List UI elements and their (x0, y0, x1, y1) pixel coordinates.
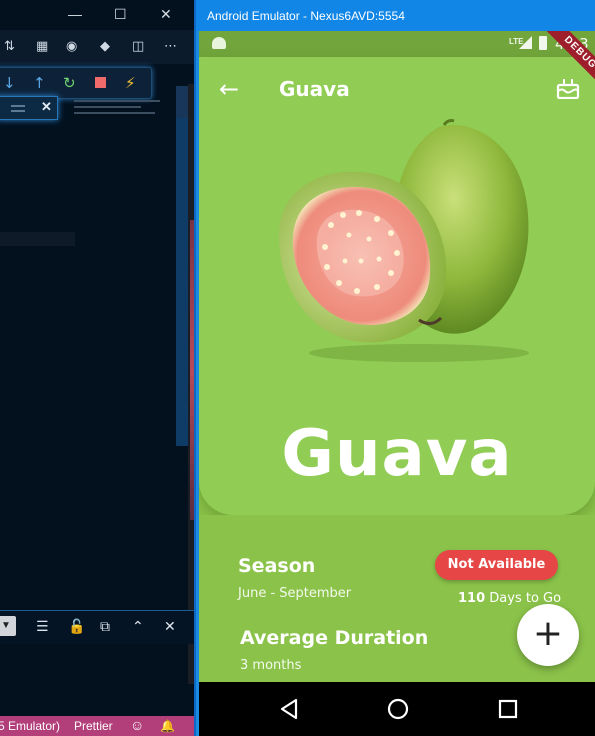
signal-icon (519, 36, 532, 49)
clear-list-icon[interactable]: ☰ (36, 619, 49, 635)
panel-toolbar: ☰ 🔓 ⧉ ⌃ ✕ (0, 610, 194, 644)
close-icon[interactable]: ✕ (160, 6, 172, 23)
android-statusbar: LTE 4:13 (199, 31, 595, 57)
nav-recents-icon[interactable] (495, 696, 521, 722)
minimize-icon[interactable]: — (68, 6, 82, 22)
vscode-window: — ☐ ✕ ⇅ ▦ ◉ ◆ ◫ ⋯ ↓ ↑ ↻ ⚡ ✕ ☰ 🔓 ⧉ ⌃ ✕ ▼ … (0, 0, 194, 736)
vscode-editor-actions: ⇅ ▦ ◉ ◆ ◫ ⋯ (0, 30, 194, 64)
back-arrow-icon[interactable]: ← (219, 77, 239, 101)
plus-icon: + (532, 613, 564, 654)
emulator-title: Android Emulator - Nexus6AVD:5554 (207, 9, 405, 23)
guava-image (279, 119, 529, 362)
editor-tab[interactable]: ✕ (0, 96, 58, 120)
days-count: 110 (458, 591, 486, 606)
nav-back-icon[interactable] (276, 696, 302, 722)
vscode-statusbar: 5 Emulator) Prettier ☺ 🔔 (0, 716, 194, 736)
fruit-name-large: Guava (281, 417, 513, 491)
season-value: June - September (238, 586, 352, 601)
add-fab-button[interactable]: + (517, 604, 579, 666)
status-device[interactable]: 5 Emulator) (0, 719, 60, 733)
status-prettier[interactable]: Prettier (74, 719, 113, 733)
git-icon[interactable]: ◆ (100, 39, 110, 54)
duration-heading: Average Duration (240, 627, 429, 649)
bell-icon[interactable]: 🔔 (160, 719, 175, 733)
android-icon (212, 37, 226, 49)
availability-badge: Not Available (435, 550, 558, 580)
restart-icon[interactable]: ↻ (63, 74, 76, 92)
debug-toolbar: ↓ ↑ ↻ ⚡ (0, 67, 152, 99)
panel-close-icon[interactable]: ✕ (164, 619, 176, 635)
nav-home-icon[interactable] (385, 696, 411, 722)
minimap (74, 100, 169, 118)
code-line (0, 232, 75, 246)
step-out-icon[interactable]: ↑ (33, 74, 46, 92)
smiley-icon[interactable]: ☺ (130, 717, 144, 733)
android-navbar (199, 682, 595, 736)
open-changes-icon[interactable]: ◉ (66, 39, 77, 54)
appbar-title: Guava (279, 77, 350, 101)
copy-icon[interactable]: ⧉ (100, 619, 110, 635)
unlock-icon[interactable]: 🔓 (68, 619, 85, 635)
step-into-icon[interactable]: ↓ (3, 74, 16, 92)
chevron-up-icon[interactable]: ⌃ (132, 619, 144, 635)
emulator-titlebar: Android Emulator - Nexus6AVD:5554 (196, 0, 595, 31)
emulator-window: Android Emulator - Nexus6AVD:5554 LTE 4:… (194, 0, 595, 736)
file-lines-icon (11, 105, 25, 112)
duration-value: 3 months (240, 658, 302, 673)
stop-icon[interactable] (95, 77, 106, 88)
phone-screen: LTE 4:13 ← Guava (199, 31, 595, 736)
more-actions-icon[interactable]: ⋯ (164, 39, 177, 54)
season-heading: Season (238, 555, 316, 577)
compare-icon[interactable]: ⇅ (4, 39, 15, 54)
hot-reload-icon[interactable]: ⚡ (125, 74, 136, 92)
battery-icon (539, 36, 547, 50)
split-editor-icon[interactable]: ◫ (132, 39, 144, 54)
cake-icon[interactable] (556, 77, 580, 99)
fruit-header-card: ← Guava Guava (199, 57, 595, 515)
panel-select-dropdown[interactable]: ▼ (0, 616, 16, 636)
tab-close-icon[interactable]: ✕ (41, 99, 52, 115)
preview-icon[interactable]: ▦ (36, 39, 48, 54)
maximize-icon[interactable]: ☐ (114, 6, 127, 23)
vscode-titlebar: — ☐ ✕ (0, 0, 194, 30)
